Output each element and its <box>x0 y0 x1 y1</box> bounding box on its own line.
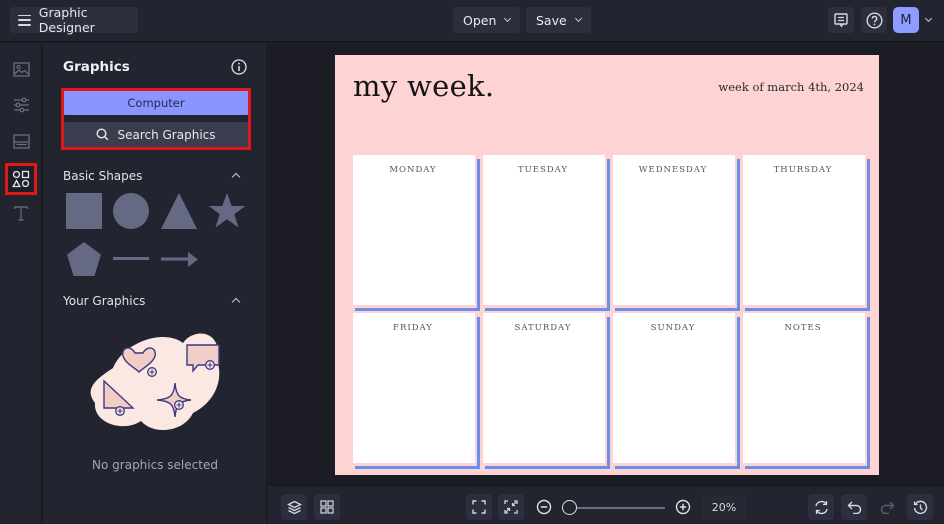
open-button[interactable]: Open <box>453 7 521 33</box>
search-graphics-label: Search Graphics <box>117 127 216 142</box>
redo-button[interactable] <box>874 494 900 520</box>
day-label: SUNDAY <box>650 323 696 333</box>
chevron-down-icon <box>574 14 582 23</box>
rail-item-layouts[interactable] <box>5 125 37 157</box>
day-label: THURSDAY <box>773 165 833 175</box>
comments-button[interactable] <box>828 7 854 33</box>
shrink-icon <box>504 500 518 514</box>
comment-icon <box>834 12 848 28</box>
zoom-in-icon[interactable] <box>675 499 691 515</box>
bottom-toolbar: 20% <box>268 485 944 524</box>
search-graphics-button[interactable]: Search Graphics <box>64 122 248 147</box>
shape-arrow[interactable] <box>160 250 200 268</box>
undo-icon <box>847 501 861 514</box>
sliders-icon <box>13 97 29 113</box>
save-label: Save <box>536 12 567 28</box>
collapse-your-graphics-icon[interactable] <box>231 297 241 307</box>
help-button[interactable] <box>861 7 887 33</box>
collapse-basic-shapes-icon[interactable] <box>231 172 241 182</box>
chevron-down-icon <box>504 14 512 23</box>
zoom-slider-handle[interactable] <box>562 500 577 515</box>
help-icon <box>865 11 883 29</box>
layout-icon <box>12 133 30 149</box>
text-icon <box>13 206 29 221</box>
zoom-out-icon[interactable] <box>536 499 552 515</box>
undo-button[interactable] <box>841 494 867 520</box>
canvas-title[interactable]: my week. <box>353 69 494 103</box>
day-box-monday[interactable]: MONDAY <box>353 155 480 311</box>
rail-item-graphics[interactable] <box>5 163 37 195</box>
menu-icon <box>18 14 31 26</box>
canvas-subtitle[interactable]: week of march 4th, 2024 <box>718 80 864 94</box>
day-box-friday[interactable]: FRIDAY <box>353 313 480 469</box>
image-icon <box>12 61 30 77</box>
shape-pentagon[interactable] <box>65 241 103 278</box>
zoom-percentage[interactable]: 20% <box>702 495 746 519</box>
shape-triangle[interactable] <box>160 192 198 230</box>
shrink-button[interactable] <box>498 494 524 520</box>
app-title: Graphic Designer <box>38 5 95 35</box>
shapes-icon <box>12 170 30 188</box>
day-label: FRIDAY <box>393 323 433 333</box>
day-label: NOTES <box>784 323 822 333</box>
zoom-slider-track[interactable] <box>570 507 665 509</box>
day-box-tuesday[interactable]: TUESDAY <box>483 155 610 311</box>
empty-graphics-message: No graphics selected <box>92 458 218 472</box>
shape-square[interactable] <box>65 193 103 229</box>
rail-item-photos[interactable] <box>5 53 37 85</box>
save-button[interactable]: Save <box>526 7 591 33</box>
day-box-thursday[interactable]: THURSDAY <box>743 155 870 311</box>
sync-button[interactable] <box>808 494 834 520</box>
redo-icon <box>880 501 894 514</box>
layers-icon <box>286 500 302 514</box>
day-label: SATURDAY <box>514 323 572 333</box>
empty-graphics-illustration <box>90 333 220 431</box>
rail-item-adjust[interactable] <box>5 89 37 121</box>
tool-rail <box>0 43 42 524</box>
shape-circle[interactable] <box>112 192 150 230</box>
open-label: Open <box>463 12 497 28</box>
grid-icon <box>320 500 334 514</box>
expand-icon <box>472 500 486 514</box>
day-box-sunday[interactable]: SUNDAY <box>613 313 740 469</box>
day-box-wednesday[interactable]: WEDNESDAY <box>613 155 740 311</box>
day-label: WEDNESDAY <box>638 165 708 175</box>
day-label: MONDAY <box>389 165 437 175</box>
history-icon <box>913 500 927 514</box>
history-button[interactable] <box>907 494 933 520</box>
fit-screen-button[interactable] <box>466 494 492 520</box>
account-chevron-down-icon[interactable] <box>924 14 933 23</box>
info-icon[interactable] <box>231 59 247 75</box>
search-icon <box>96 128 109 141</box>
rail-item-text[interactable] <box>5 197 37 229</box>
notes-box[interactable]: NOTES <box>743 313 870 469</box>
graphics-panel: Graphics Computer Search Graphics Basic … <box>43 43 267 524</box>
day-label: TUESDAY <box>517 165 569 175</box>
grid-button[interactable] <box>314 494 340 520</box>
shape-star[interactable] <box>207 192 247 230</box>
panel-title: Graphics <box>63 59 130 75</box>
design-canvas[interactable]: my week. week of march 4th, 2024 MONDAY … <box>335 55 879 475</box>
top-bar: Graphic Designer Open Save M <box>0 0 944 42</box>
refresh-icon <box>814 500 828 514</box>
computer-upload-button[interactable]: Computer <box>64 91 248 115</box>
your-graphics-heading[interactable]: Your Graphics <box>63 294 145 308</box>
shape-line[interactable] <box>112 253 150 265</box>
user-avatar[interactable]: M <box>893 7 919 33</box>
layers-button[interactable] <box>281 494 307 520</box>
day-box-saturday[interactable]: SATURDAY <box>483 313 610 469</box>
app-menu-button[interactable]: Graphic Designer <box>10 5 138 35</box>
basic-shapes-heading[interactable]: Basic Shapes <box>63 169 142 183</box>
